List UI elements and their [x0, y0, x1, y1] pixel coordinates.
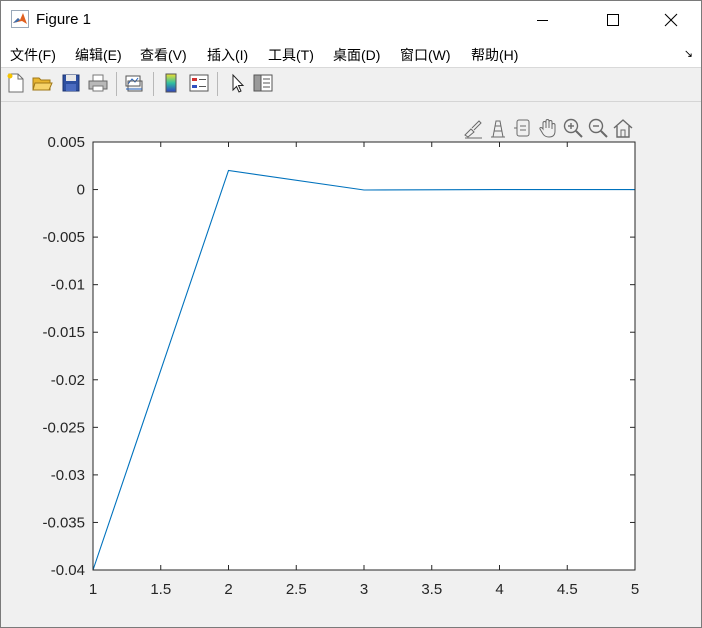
- maximize-icon: [607, 14, 619, 26]
- menu-edit[interactable]: 编辑(E): [75, 45, 122, 65]
- maximize-button[interactable]: [590, 1, 636, 39]
- open-file-icon[interactable]: [31, 72, 53, 94]
- y-tick-label: -0.025: [42, 419, 85, 436]
- x-tick-label: 3.5: [421, 581, 442, 598]
- figure-window: Figure 1 文件(F) 编辑(E) 查看(V) 插入(I) 工具(T) 桌…: [0, 0, 702, 628]
- insert-legend-icon[interactable]: [188, 72, 210, 94]
- y-tick-label: 0: [77, 182, 85, 199]
- minimize-button[interactable]: [520, 1, 566, 39]
- menu-insert[interactable]: 插入(I): [207, 45, 248, 65]
- edit-plot-arrow-icon[interactable]: [226, 72, 248, 94]
- zoom-in-icon[interactable]: [562, 117, 584, 139]
- brush-data-icon[interactable]: [462, 117, 484, 139]
- rotate-icon[interactable]: [512, 117, 534, 139]
- y-tick-label: -0.03: [51, 467, 85, 484]
- title-bar[interactable]: Figure 1: [1, 1, 701, 39]
- data-cursor-icon[interactable]: [487, 117, 509, 139]
- y-tick-label: -0.01: [51, 277, 85, 294]
- menu-desktop[interactable]: 桌面(D): [333, 45, 380, 65]
- axes-background: [93, 142, 635, 570]
- property-inspector-icon[interactable]: [252, 72, 274, 94]
- y-tick-label: -0.035: [42, 514, 85, 531]
- figure-toolbar: [1, 68, 701, 102]
- y-tick-label: -0.005: [42, 229, 85, 246]
- figure-plot-area: 1 1.5 2 2.5 3 3.5 4 4.5 5 0.005 0 -0.005 -0.01 -0.015…: [42, 134, 639, 598]
- y-tick-label: -0.02: [51, 372, 85, 389]
- x-tick-label: 5: [631, 581, 639, 598]
- y-tick-label: 0.005: [47, 134, 85, 151]
- x-tick-label: 1.5: [150, 581, 171, 598]
- menu-window[interactable]: 窗口(W): [400, 45, 451, 65]
- zoom-out-icon[interactable]: [587, 117, 609, 139]
- axes-toolbar: [461, 117, 636, 139]
- toolbar-separator: [116, 72, 117, 96]
- x-tick-label: 2.5: [286, 581, 307, 598]
- matlab-icon: [11, 10, 29, 28]
- x-tick-label: 1: [89, 581, 97, 598]
- minimize-icon: [537, 20, 548, 21]
- x-tick-label: 4.5: [557, 581, 578, 598]
- x-tick-label: 2: [224, 581, 232, 598]
- link-plot-icon[interactable]: [123, 72, 145, 94]
- dock-arrow-icon[interactable]: ↘: [684, 47, 693, 60]
- menu-view[interactable]: 查看(V): [140, 45, 187, 65]
- menu-tools[interactable]: 工具(T): [268, 45, 314, 65]
- toolbar-separator: [217, 72, 218, 96]
- close-button[interactable]: [648, 1, 694, 39]
- close-icon: [664, 13, 678, 27]
- save-icon[interactable]: [60, 72, 82, 94]
- insert-colorbar-icon[interactable]: [160, 72, 182, 94]
- x-tick-label: 3: [360, 581, 368, 598]
- restore-view-icon[interactable]: [612, 117, 634, 139]
- print-icon[interactable]: [87, 72, 109, 94]
- toolbar-separator: [153, 72, 154, 96]
- window-title: Figure 1: [36, 11, 92, 28]
- y-tick-label: -0.015: [42, 324, 85, 341]
- y-tick-label: -0.04: [51, 562, 85, 579]
- x-tick-label: 4: [495, 581, 503, 598]
- menu-help[interactable]: 帮助(H): [471, 45, 518, 65]
- menu-file[interactable]: 文件(F): [10, 45, 56, 65]
- menu-bar: 文件(F) 编辑(E) 查看(V) 插入(I) 工具(T) 桌面(D) 窗口(W…: [1, 39, 701, 68]
- new-figure-icon[interactable]: [5, 72, 27, 94]
- pan-icon[interactable]: [537, 117, 559, 139]
